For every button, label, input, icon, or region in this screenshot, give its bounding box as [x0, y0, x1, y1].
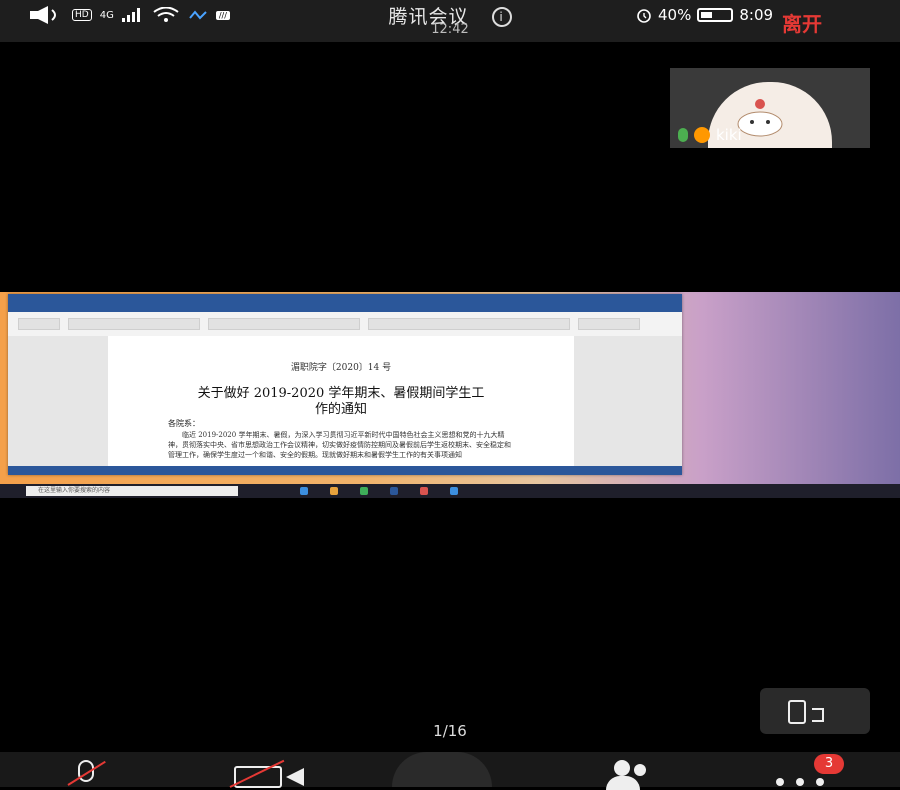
battery-icon: [697, 8, 734, 22]
meeting-duration: 12:42: [431, 22, 469, 37]
participants-button[interactable]: [598, 760, 658, 790]
phone-rotate-icon: [788, 700, 806, 724]
participants-icon: [614, 760, 630, 776]
meeting-toolbar: 3: [0, 752, 900, 790]
clock: 8:09: [739, 6, 774, 24]
status-bar: HD 4G /// 腾讯会议 i 12:42 40% 8:09 离开: [0, 0, 900, 42]
document-page: 湄职院字〔2020〕14 号 关于做好 2019-2020 学年期末、暑假期间学…: [108, 336, 574, 466]
taskbar-app-icon: [450, 487, 458, 495]
status-right: 40% 8:09: [636, 6, 773, 24]
taskbar-app-icon: [420, 487, 428, 495]
switch-view-button[interactable]: [760, 688, 870, 734]
camera-off-icon: [234, 766, 282, 788]
more-button[interactable]: 3: [770, 754, 850, 787]
more-icon: [776, 778, 784, 786]
document-area: 湄职院字〔2020〕14 号 关于做好 2019-2020 学年期末、暑假期间学…: [8, 336, 682, 466]
document-salutation: 各院系：: [168, 419, 200, 428]
word-statusbar: [8, 466, 682, 475]
document-title: 关于做好 2019-2020 学年期末、暑假期间学生工 作的通知: [197, 386, 485, 417]
share-screen-button[interactable]: [392, 752, 492, 787]
word-window: 湄职院字〔2020〕14 号 关于做好 2019-2020 学年期末、暑假期间学…: [8, 294, 682, 475]
participant-video-tile[interactable]: kiki: [670, 68, 870, 148]
mic-active-icon: [678, 128, 688, 142]
taskbar-app-icon: [300, 487, 308, 495]
word-titlebar: [8, 294, 682, 304]
shared-screen[interactable]: 湄职院字〔2020〕14 号 关于做好 2019-2020 学年期末、暑假期间学…: [0, 292, 900, 498]
windows-taskbar: 在这里输入你要搜索的内容: [0, 484, 900, 498]
document-number: 湄职院字〔2020〕14 号: [290, 363, 392, 373]
word-ribbon: [8, 312, 682, 337]
taskbar-app-icon: [330, 487, 338, 495]
battery-percent: 40%: [658, 6, 692, 24]
taskbar-app-icon: [360, 487, 368, 495]
participant-name: kiki: [716, 126, 742, 144]
notification-badge: 3: [814, 754, 844, 774]
taskbar-app-icon: [390, 487, 398, 495]
mute-mic-button[interactable]: [66, 760, 106, 787]
camera-toggle-button[interactable]: [229, 759, 310, 788]
leave-button[interactable]: 离开: [782, 8, 822, 37]
taskbar-search: 在这里输入你要搜索的内容: [26, 486, 238, 496]
alarm-icon: [637, 9, 651, 23]
document-body: 临近 2019-2020 学年期末、暑假，为深入学习贯彻习近平新时代中国特色社会…: [168, 431, 511, 459]
word-ribbon-tabs: [8, 304, 682, 312]
user-icon: [694, 127, 710, 143]
